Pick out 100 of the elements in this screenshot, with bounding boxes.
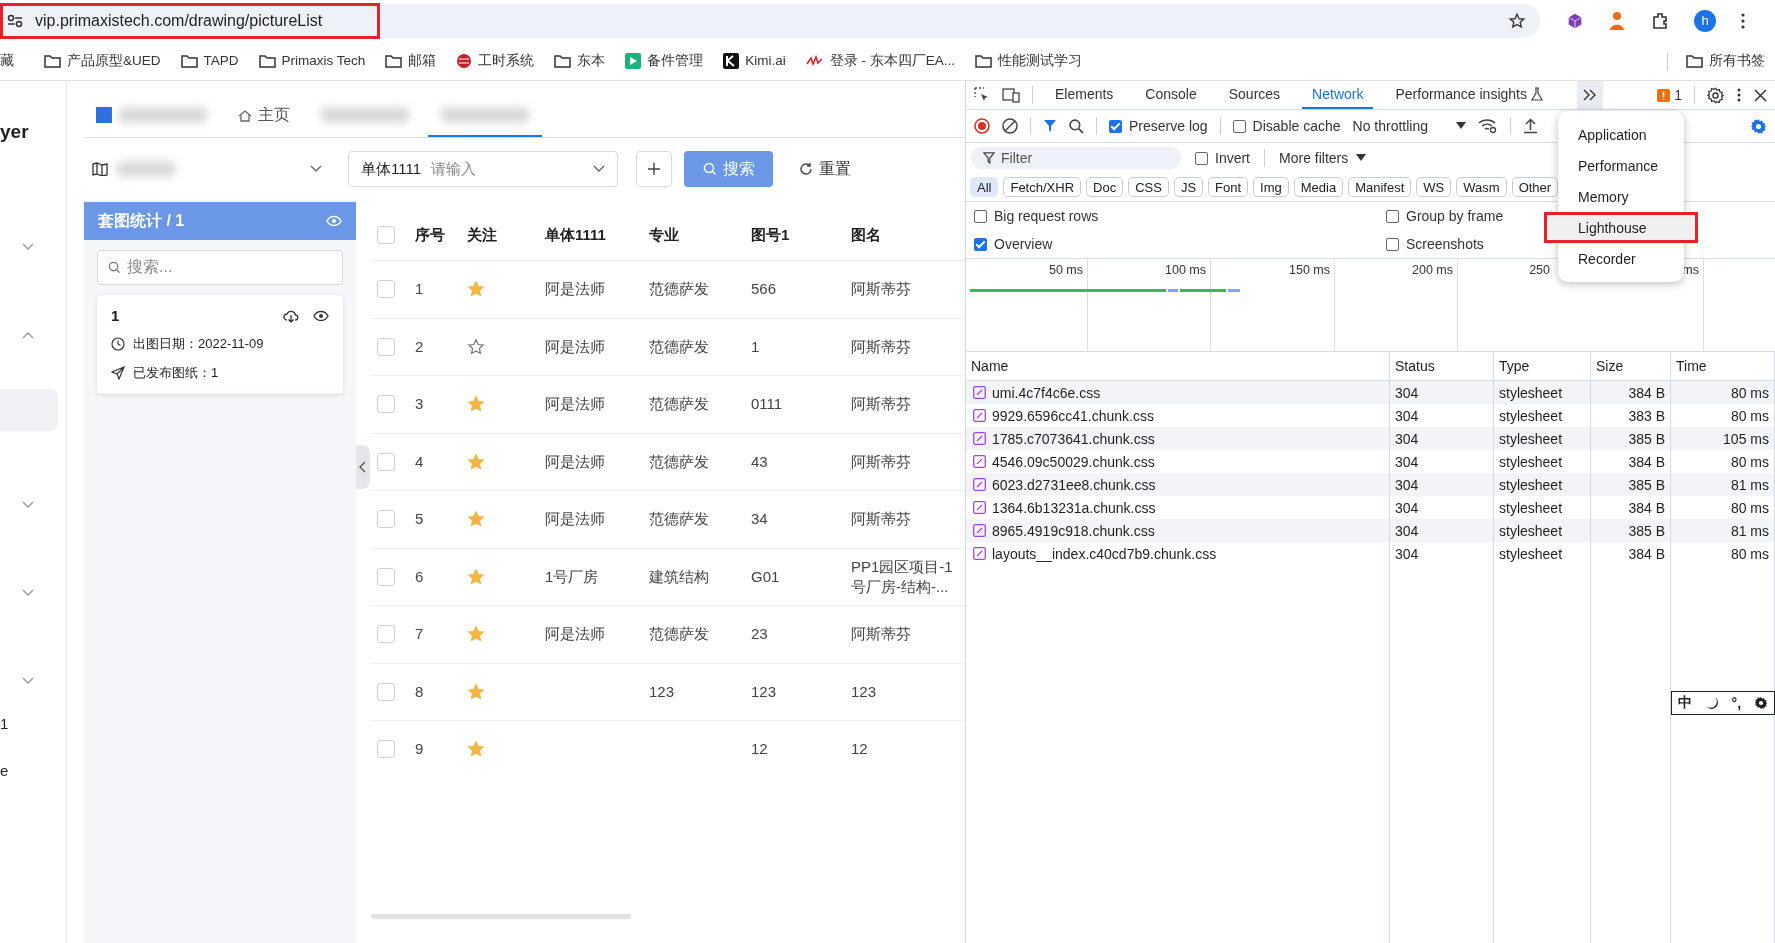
scrollbar[interactable]	[371, 914, 631, 919]
upload-icon[interactable]	[1523, 118, 1538, 134]
type-filter-chip[interactable]: All	[970, 177, 999, 197]
bookmark-item[interactable]: 所有书签	[1667, 51, 1775, 70]
nav-label[interactable]: yer	[0, 121, 29, 143]
chevron-icon[interactable]	[22, 589, 34, 597]
request-name[interactable]: 1364.6b13231a.chunk.css	[992, 499, 1156, 516]
row-checkbox[interactable]	[377, 280, 395, 299]
request-name[interactable]: 4546.09c50029.chunk.css	[992, 453, 1155, 470]
eye-icon[interactable]	[313, 309, 329, 322]
menu-item[interactable]: Application	[1558, 119, 1684, 150]
request-name[interactable]: 9929.6596cc41.chunk.css	[992, 407, 1154, 424]
bookmark-item[interactable]: 备件管理	[625, 51, 704, 70]
type-filter-chip[interactable]: CSS	[1128, 177, 1169, 197]
chevron-icon[interactable]	[22, 501, 34, 509]
row-checkbox[interactable]	[377, 395, 395, 414]
devtools-tab[interactable]: Sources	[1218, 81, 1291, 109]
select-all-checkbox[interactable]	[377, 226, 395, 244]
profile-avatar[interactable]: h	[1694, 9, 1716, 32]
type-filter-chip[interactable]: Fetch/XHR	[1003, 177, 1082, 197]
site-info-icon[interactable]	[7, 13, 23, 28]
column-header[interactable]: Size	[1591, 352, 1671, 380]
star-icon[interactable]	[467, 740, 485, 759]
collapse-handle[interactable]	[356, 445, 370, 489]
bookmark-star-icon[interactable]	[1508, 11, 1526, 30]
request-name[interactable]: 8965.4919c918.chunk.css	[992, 522, 1155, 539]
bookmark-item[interactable]: Primaxis Tech	[258, 53, 366, 68]
inspect-element-icon[interactable]	[974, 87, 990, 103]
option-checkbox[interactable]: Big request rows	[974, 208, 1386, 224]
bookmark-item[interactable]: 东本	[554, 51, 606, 70]
throttling-dropdown[interactable]: No throttling	[1352, 118, 1466, 134]
filter-field[interactable]: Filter	[971, 147, 1181, 169]
record-icon[interactable]	[974, 118, 990, 134]
devtools-tab[interactable]: Network	[1302, 81, 1374, 109]
device-toolbar-icon[interactable]	[1002, 87, 1020, 103]
bookmark-item[interactable]: 性能测试学习	[975, 51, 1083, 70]
star-icon[interactable]	[467, 510, 485, 529]
cloud-download-icon[interactable]	[283, 308, 299, 323]
column-header[interactable]: Time	[1671, 352, 1775, 380]
star-icon[interactable]	[467, 280, 485, 299]
bookmark-item[interactable]: 藏	[0, 51, 14, 70]
row-checkbox[interactable]	[377, 452, 395, 471]
chevron-icon[interactable]	[22, 331, 34, 339]
type-filter-chip[interactable]: Font	[1208, 177, 1249, 197]
issues-counter[interactable]: 1	[1657, 87, 1682, 103]
drawing-set-card[interactable]: 1 出图日期：2022-11-09 已发布图纸：1	[97, 295, 343, 394]
bookmark-item[interactable]: 登录 - 东本四厂EA...	[805, 51, 956, 70]
preserve-log-checkbox[interactable]: Preserve log	[1109, 118, 1208, 134]
row-checkbox[interactable]	[377, 625, 395, 644]
reset-button[interactable]: 重置	[793, 151, 857, 187]
type-filter-chip[interactable]: WS	[1416, 177, 1452, 197]
close-icon[interactable]	[1754, 88, 1767, 102]
type-filter-chip[interactable]: Doc	[1086, 177, 1124, 197]
figure-icon[interactable]	[1608, 10, 1626, 31]
star-icon[interactable]	[467, 625, 485, 644]
devtools-tab[interactable]: Elements	[1045, 81, 1124, 109]
column-header[interactable]: Status	[1390, 352, 1494, 380]
disable-cache-checkbox[interactable]: Disable cache	[1232, 118, 1341, 134]
bookmark-item[interactable]: Kimi.ai	[723, 52, 786, 69]
chevron-icon[interactable]	[22, 677, 34, 685]
address-bar[interactable]: vip.primaxistech.com/drawing/pictureList	[0, 2, 380, 39]
chevron-icon[interactable]	[22, 243, 34, 251]
type-filter-chip[interactable]: Img	[1253, 177, 1289, 197]
more-filters-dropdown[interactable]: More filters	[1279, 150, 1367, 166]
input-mode-label[interactable]: 中	[1678, 694, 1693, 712]
invert-checkbox[interactable]: Invert	[1195, 150, 1250, 166]
request-name[interactable]: 1785.c7073641.chunk.css	[992, 430, 1155, 447]
clear-icon[interactable]	[1002, 118, 1018, 134]
star-icon[interactable]	[467, 452, 485, 471]
more-tabs-button[interactable]	[1576, 81, 1603, 109]
search-icon[interactable]	[1069, 118, 1084, 134]
request-name[interactable]: umi.4c7f4c6e.css	[992, 384, 1101, 401]
row-checkbox[interactable]	[377, 510, 395, 529]
star-icon[interactable]	[467, 395, 485, 414]
devtools-tab[interactable]: Performance insights	[1385, 81, 1553, 109]
star-icon[interactable]	[467, 337, 485, 356]
row-checkbox[interactable]	[377, 567, 395, 586]
bookmark-item[interactable]: TAPD	[180, 53, 239, 68]
punctuation-mode-label[interactable]: °,	[1731, 695, 1742, 711]
wifi-settings-icon[interactable]	[1478, 118, 1498, 134]
menu-item[interactable]: Lighthouse	[1544, 212, 1698, 243]
star-icon[interactable]	[467, 682, 485, 701]
type-filter-chip[interactable]: Wasm	[1456, 177, 1507, 197]
star-icon[interactable]	[467, 567, 485, 586]
cube-icon[interactable]	[1566, 11, 1584, 30]
row-checkbox[interactable]	[377, 337, 395, 356]
search-field[interactable]: 单体1111 请输入	[348, 151, 618, 187]
request-name[interactable]: layouts__index.c40cd7b9.chunk.css	[992, 545, 1217, 562]
kebab-menu-icon[interactable]	[1736, 87, 1742, 103]
nav-label[interactable]: 1	[0, 715, 9, 732]
settings-icon[interactable]	[1707, 86, 1724, 104]
add-button[interactable]	[636, 151, 672, 187]
option-checkbox[interactable]: Overview	[974, 236, 1386, 252]
bookmark-item[interactable]: 工时系统	[456, 51, 535, 70]
row-checkbox[interactable]	[377, 682, 395, 701]
type-filter-chip[interactable]: Other	[1511, 177, 1559, 197]
panel-search-field[interactable]: 搜索...	[97, 250, 343, 285]
column-header[interactable]: Type	[1494, 352, 1591, 380]
bookmark-item[interactable]: 邮箱	[385, 51, 437, 70]
page-tab[interactable]: 主页	[226, 95, 302, 137]
